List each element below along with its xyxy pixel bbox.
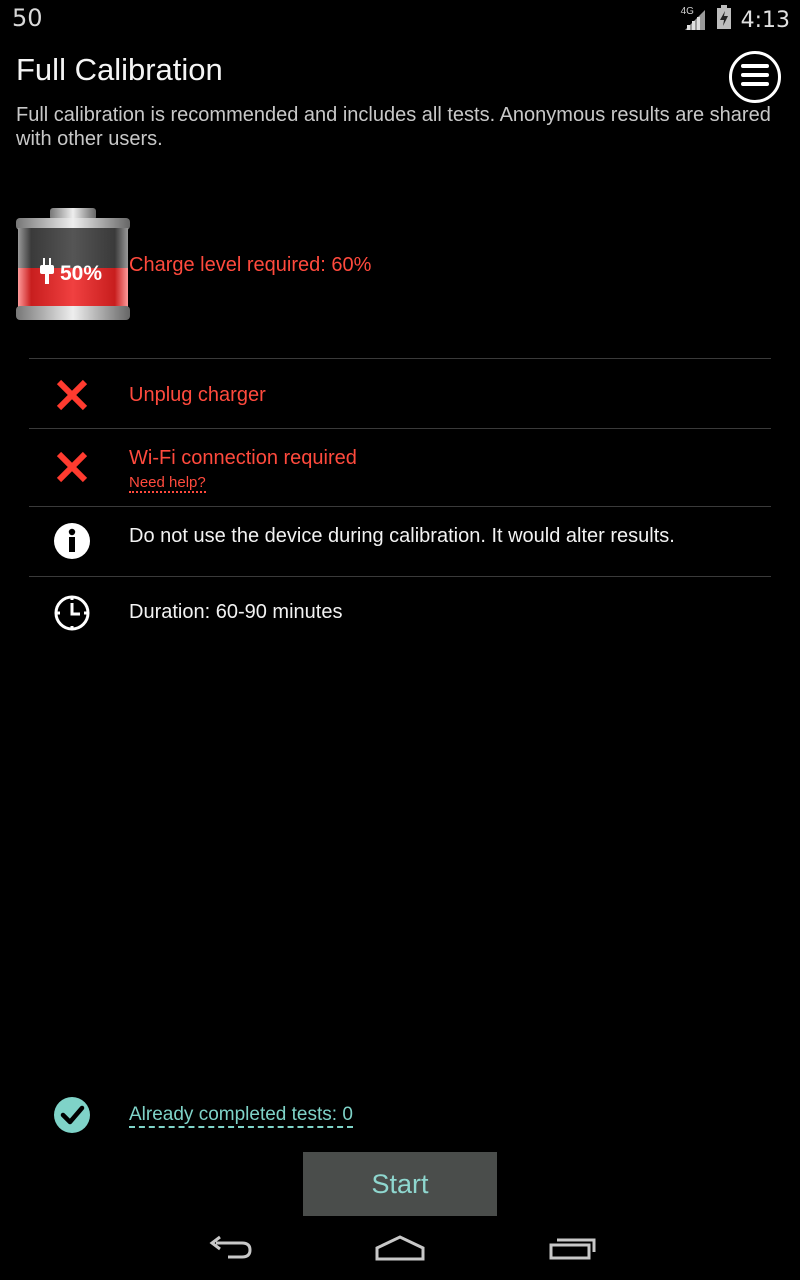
start-button[interactable]: Start <box>303 1152 497 1216</box>
divider <box>29 358 771 359</box>
clock-icon <box>52 593 92 633</box>
need-help-link[interactable]: Need help? <box>129 474 206 493</box>
divider <box>29 428 771 429</box>
recent-apps-icon <box>548 1235 596 1265</box>
calibration-screen: 50 4G 4:13 Full Calibration Full calibra… <box>0 0 800 1280</box>
battery-level: 50% <box>40 258 102 290</box>
charge-level-requirement: Charge level required: 60% <box>129 254 372 276</box>
battery-level-label: 50% <box>60 262 103 285</box>
hamburger-menu-icon <box>741 63 769 91</box>
x-icon <box>52 447 92 487</box>
divider <box>29 576 771 577</box>
checkmark-icon <box>53 1096 91 1134</box>
unplug-charger-text: Unplug charger <box>129 384 266 406</box>
x-icon <box>52 375 92 415</box>
wifi-required-text: Wi-Fi connection required <box>129 447 357 469</box>
back-button[interactable] <box>200 1230 260 1270</box>
recent-apps-button[interactable] <box>542 1230 602 1270</box>
divider <box>29 506 771 507</box>
navigation-bar <box>0 1222 800 1280</box>
info-icon <box>52 521 92 561</box>
status-left-text: 50 <box>12 4 43 32</box>
status-icons: 4G 4:13 <box>681 5 790 35</box>
status-bar: 50 4G 4:13 <box>0 0 800 36</box>
signal-icon: 4G <box>681 6 707 32</box>
device-usage-warning: Do not use the device during calibration… <box>129 525 675 547</box>
page-title: Full Calibration <box>16 52 223 87</box>
plug-icon <box>40 258 54 290</box>
page-subtitle: Full calibration is recommended and incl… <box>16 104 771 150</box>
completed-tests-link[interactable]: Already completed tests: 0 <box>129 1104 353 1128</box>
menu-button[interactable] <box>729 51 781 103</box>
home-button[interactable] <box>370 1230 430 1270</box>
status-time: 4:13 <box>740 7 790 33</box>
duration-text: Duration: 60-90 minutes <box>129 601 343 623</box>
home-icon <box>374 1234 426 1266</box>
battery-status-icon <box>716 5 731 35</box>
back-icon <box>206 1235 254 1265</box>
